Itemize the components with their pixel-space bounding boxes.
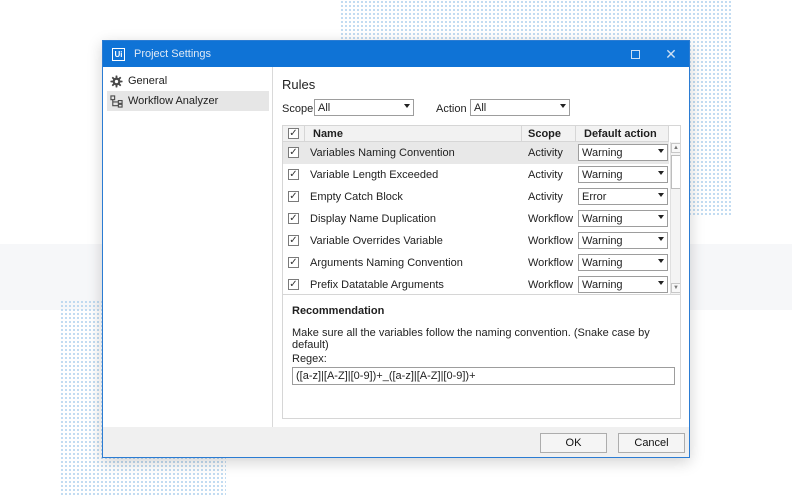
- recommendation-heading: Recommendation: [292, 305, 385, 317]
- title-bar: Ui Project Settings ✕: [103, 41, 689, 67]
- rule-checkbox[interactable]: ✓: [288, 279, 299, 290]
- scope-filter-label: Scope: [282, 103, 314, 115]
- regex-input[interactable]: ([a-z]|[A-Z]|[0-9])+_([a-z]|[A-Z]|[0-9])…: [292, 367, 675, 385]
- sidebar-item-label: Workflow Analyzer: [128, 95, 219, 107]
- default-action-select[interactable]: Warning: [578, 276, 668, 293]
- chevron-down-icon: [658, 149, 664, 153]
- rule-name: Display Name Duplication: [310, 213, 436, 225]
- default-action-value: Warning: [582, 168, 623, 181]
- scroll-up-button[interactable]: ▲: [671, 143, 680, 153]
- chevron-down-icon: [658, 259, 664, 263]
- default-action-select[interactable]: Warning: [578, 254, 668, 271]
- rule-checkbox[interactable]: ✓: [288, 191, 299, 202]
- default-action-value: Warning: [582, 146, 623, 159]
- rule-name: Variables Naming Convention: [310, 147, 455, 159]
- rule-name: Empty Catch Block: [310, 191, 403, 203]
- default-action-value: Warning: [582, 256, 623, 269]
- default-action-value: Warning: [582, 212, 623, 225]
- action-filter-select[interactable]: All: [470, 99, 570, 116]
- action-filter-label: Action: [436, 103, 467, 115]
- scroll-down-button[interactable]: ▼: [671, 283, 680, 293]
- default-action-select[interactable]: Warning: [578, 166, 668, 183]
- chevron-down-icon: [658, 281, 664, 285]
- close-button[interactable]: ✕: [653, 41, 689, 67]
- recommendation-text: Make sure all the variables follow the n…: [292, 327, 650, 351]
- action-filter-value: All: [474, 101, 487, 114]
- select-all-cell: ✓: [283, 126, 305, 142]
- ok-button[interactable]: OK: [540, 433, 607, 453]
- rules-panel: Rules Scope All Action All ✓ Name Scope …: [273, 67, 689, 427]
- rule-checkbox[interactable]: ✓: [288, 169, 299, 180]
- close-icon: ✕: [665, 46, 677, 62]
- maximize-button[interactable]: [617, 41, 653, 67]
- rule-name: Prefix Datatable Arguments: [310, 279, 444, 291]
- regex-label: Regex:: [292, 353, 327, 365]
- rules-table-scrollbar[interactable]: ▲ ▼: [670, 142, 680, 294]
- workflow-tree-icon: [110, 94, 123, 108]
- sidebar-item-label: General: [128, 75, 168, 87]
- project-settings-dialog: Ui Project Settings ✕ General Workflow A…: [102, 40, 690, 458]
- rule-checkbox[interactable]: ✓: [288, 235, 299, 246]
- rule-scope: Activity: [528, 169, 563, 181]
- cancel-button[interactable]: Cancel: [618, 433, 685, 453]
- rule-scope: Workflow: [528, 213, 574, 225]
- default-action-value: Warning: [582, 278, 623, 291]
- select-all-checkbox[interactable]: ✓: [288, 128, 299, 139]
- table-row[interactable]: ✓ Arguments Naming Convention Workflow W…: [283, 252, 669, 274]
- uipath-logo-icon: Ui: [112, 47, 125, 61]
- gear-icon: [110, 74, 123, 88]
- default-action-value: Error: [582, 190, 607, 203]
- scrollbar-thumb[interactable]: [671, 155, 680, 189]
- rule-scope: Activity: [528, 147, 563, 159]
- chevron-down-icon: [658, 171, 664, 175]
- scope-filter-select[interactable]: All: [314, 99, 414, 116]
- default-action-value: Warning: [582, 234, 623, 247]
- rule-checkbox[interactable]: ✓: [288, 147, 299, 158]
- rule-name: Arguments Naming Convention: [310, 257, 463, 269]
- rule-name: Variable Overrides Variable: [310, 235, 443, 247]
- sidebar-item-workflow-analyzer[interactable]: Workflow Analyzer: [107, 91, 269, 111]
- rule-checkbox[interactable]: ✓: [288, 257, 299, 268]
- chevron-down-icon: [658, 193, 664, 197]
- sidebar-item-general[interactable]: General: [107, 71, 269, 91]
- rule-scope: Workflow: [528, 279, 574, 291]
- column-header-name[interactable]: Name: [305, 126, 522, 142]
- settings-sidebar: General Workflow Analyzer: [103, 67, 273, 427]
- rule-scope: Workflow: [528, 235, 574, 247]
- table-row[interactable]: ✓ Variable Overrides Variable Workflow W…: [283, 230, 669, 252]
- table-header: ✓ Name Scope Default action: [283, 126, 669, 142]
- rule-scope: Workflow: [528, 257, 574, 269]
- table-row[interactable]: ✓ Variable Length Exceeded Activity Warn…: [283, 164, 669, 186]
- rule-name: Variable Length Exceeded: [310, 169, 439, 181]
- rule-scope: Activity: [528, 191, 563, 203]
- table-row[interactable]: ✓ Variables Naming Convention Activity W…: [283, 142, 669, 164]
- default-action-select[interactable]: Error: [578, 188, 668, 205]
- recommendation-panel: Recommendation Make sure all the variabl…: [282, 295, 681, 419]
- chevron-down-icon: [560, 104, 566, 108]
- scope-filter-value: All: [318, 101, 331, 114]
- chevron-down-icon: [404, 104, 410, 108]
- chevron-down-icon: [658, 215, 664, 219]
- default-action-select[interactable]: Warning: [578, 232, 668, 249]
- rules-heading: Rules: [282, 77, 316, 92]
- rules-table: ✓ Name Scope Default action ✓ Variables …: [282, 125, 681, 295]
- column-header-default-action[interactable]: Default action: [576, 126, 669, 142]
- table-row[interactable]: ✓ Empty Catch Block Activity Error: [283, 186, 669, 208]
- window-title: Project Settings: [134, 48, 212, 60]
- column-header-scope[interactable]: Scope: [522, 126, 576, 142]
- maximize-icon: [630, 49, 640, 59]
- chevron-down-icon: [658, 237, 664, 241]
- default-action-select[interactable]: Warning: [578, 144, 668, 161]
- table-row[interactable]: ✓ Prefix Datatable Arguments Workflow Wa…: [283, 274, 669, 294]
- default-action-select[interactable]: Warning: [578, 210, 668, 227]
- table-row[interactable]: ✓ Display Name Duplication Workflow Warn…: [283, 208, 669, 230]
- rule-checkbox[interactable]: ✓: [288, 213, 299, 224]
